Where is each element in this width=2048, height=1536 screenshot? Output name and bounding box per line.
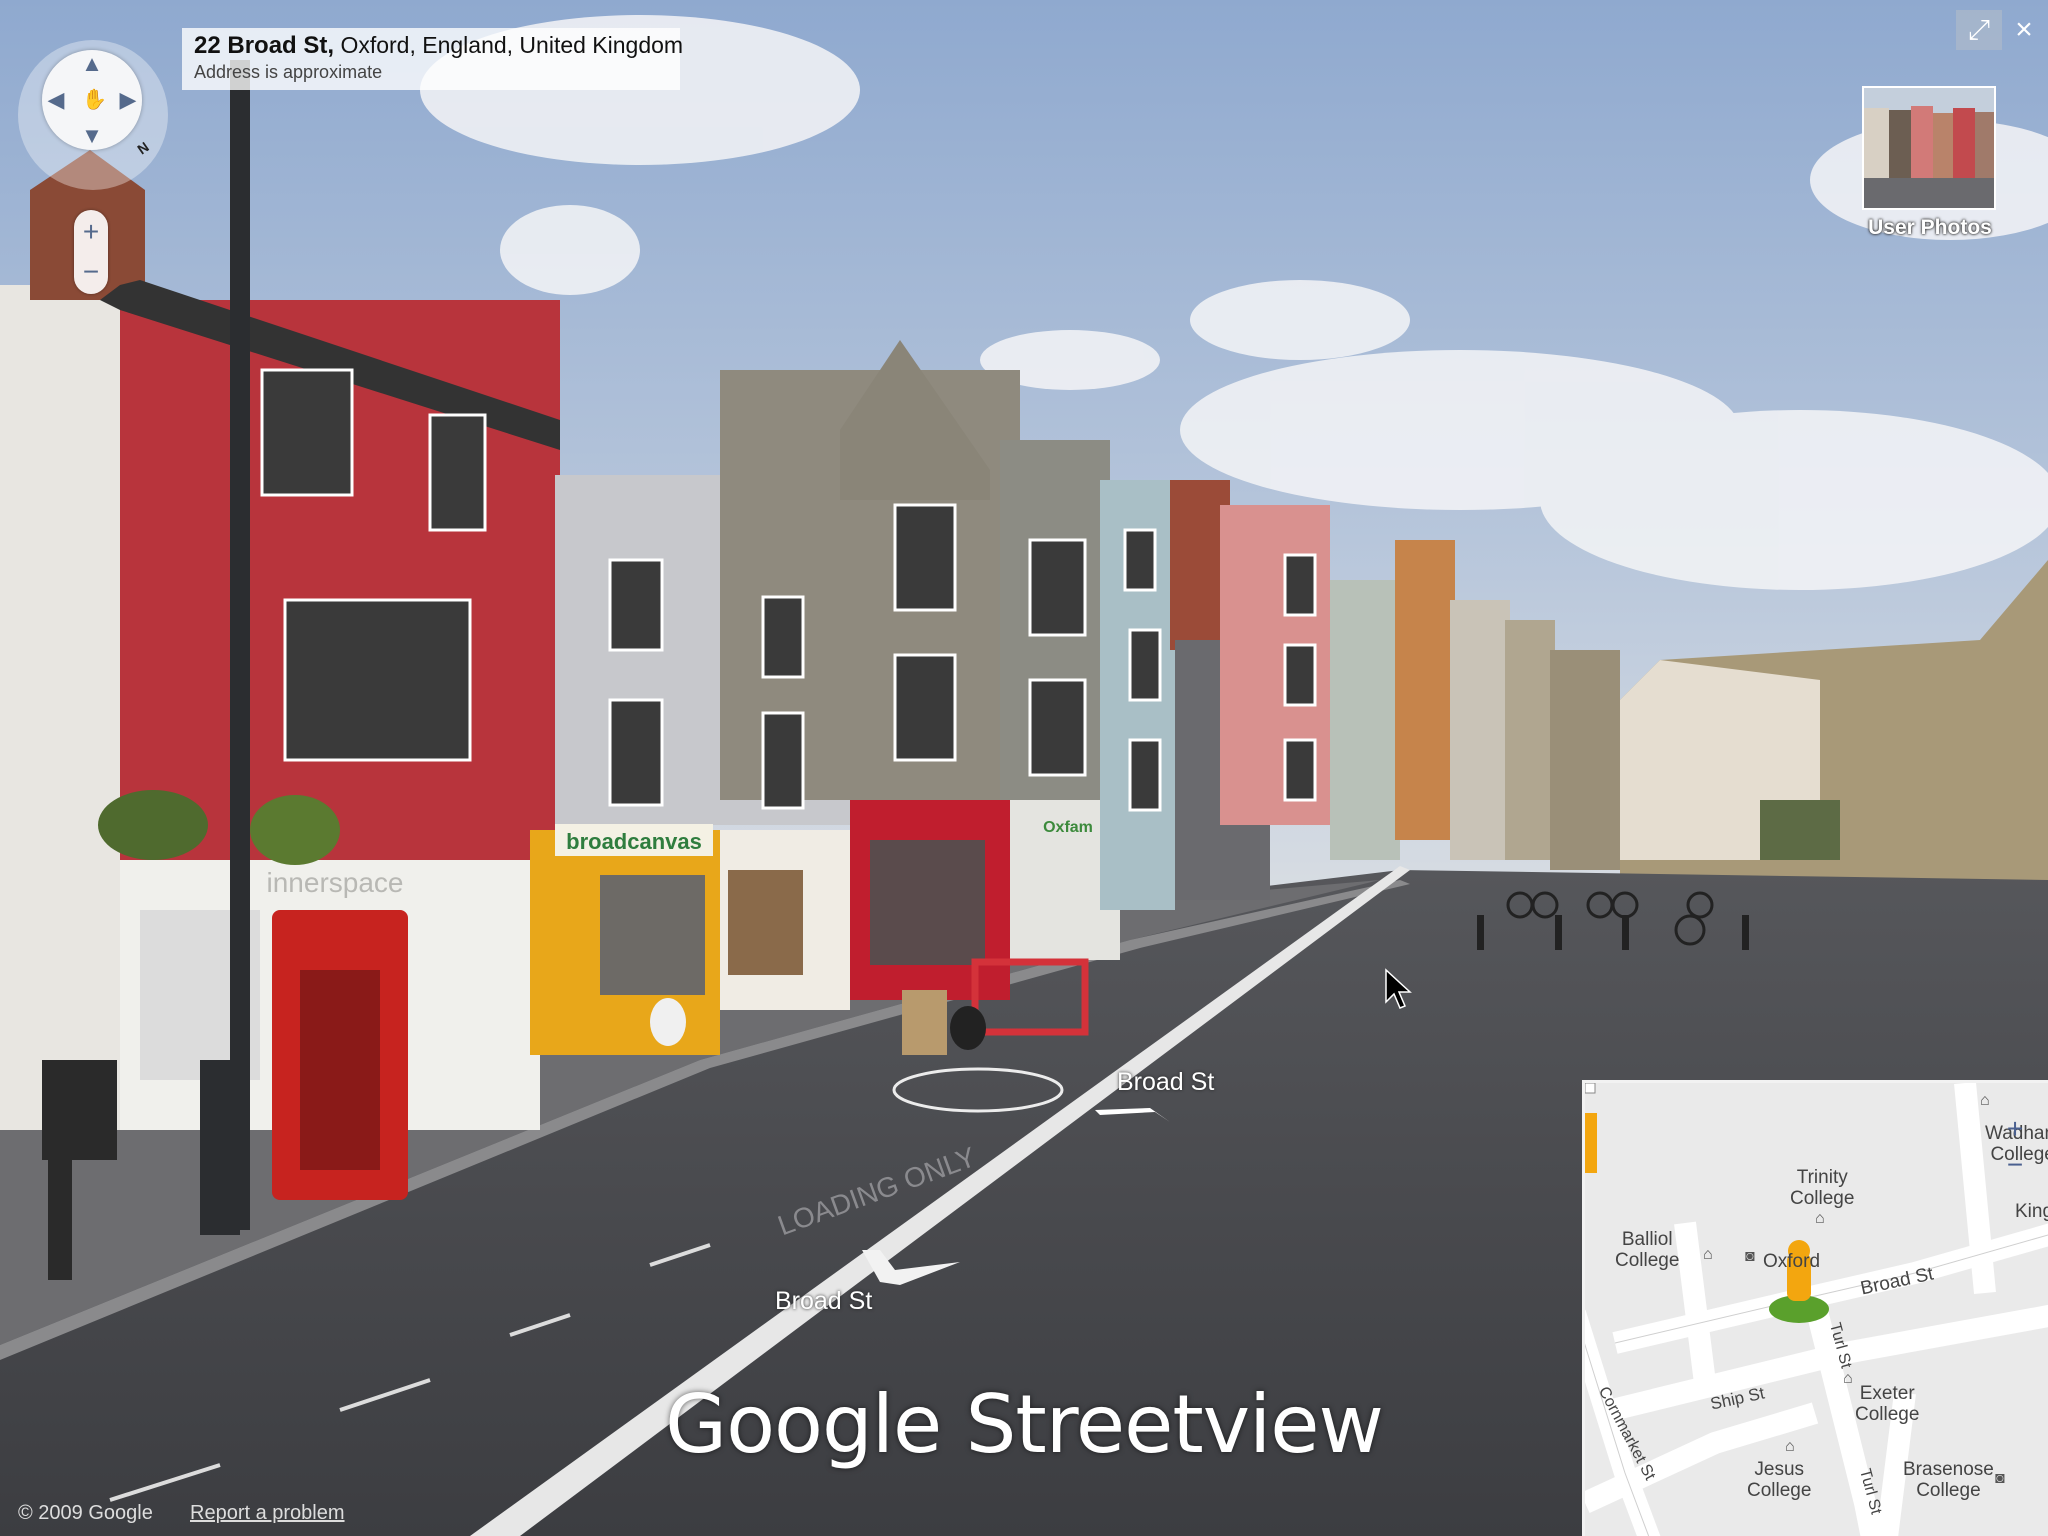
rubbish-bag (650, 998, 686, 1046)
user-photo-image (1864, 88, 1994, 208)
report-problem-link[interactable]: Report a problem (190, 1502, 345, 1525)
road-label-near[interactable]: Broad St (775, 1287, 872, 1316)
svg-text:⌂: ⌂ (1815, 1210, 1825, 1227)
map-zoom-in-button[interactable]: + (1999, 1113, 2031, 1145)
copyright-text: © 2009 Google (18, 1502, 153, 1524)
flower-basket (98, 790, 208, 860)
svg-text:◙: ◙ (1995, 1470, 2005, 1487)
pan-up-arrow-icon[interactable]: ▲ (80, 52, 104, 76)
shop-sign-oxfam: Oxfam (1043, 819, 1093, 836)
pan-down-arrow-icon[interactable]: ▼ (80, 124, 104, 148)
zoom-out-button[interactable]: − (74, 252, 108, 292)
building-far-2 (1505, 620, 1555, 860)
green-grey-building (1330, 580, 1400, 860)
address-box: 22 Broad St, Oxford, England, United Kin… (182, 28, 683, 90)
svg-text:⌂: ⌂ (1980, 1092, 1990, 1109)
shop-sign-broadcanvas: broadcanvas (566, 829, 702, 854)
building-far-3 (1550, 650, 1620, 870)
svg-text:⌂: ⌂ (1785, 1438, 1795, 1455)
user-photos-thumbnail[interactable] (1862, 86, 1996, 210)
map-zoom-out-button[interactable]: − (1999, 1149, 2031, 1181)
map-label-balliol: Balliol College (1615, 1229, 1680, 1271)
flower-basket (250, 795, 340, 865)
map-label-brasenose: Brasenose College (1903, 1459, 1994, 1501)
pan-right-arrow-icon[interactable]: ▶ (116, 88, 140, 112)
lamppost-base (200, 1060, 240, 1235)
user-photos-label[interactable]: User Photos (1850, 216, 2010, 240)
fullscreen-icon[interactable]: ⤢ (1956, 10, 2002, 50)
minimap[interactable]: ⌂ ⌂ ⌂ ⌂ ⌂ ◙ ◙ Trinity College Balliol Coll… (1582, 1080, 2048, 1536)
shop-sign-innerspace: innerspace (267, 867, 404, 898)
map-label-jesus: Jesus College (1747, 1459, 1812, 1501)
lamppost (230, 60, 250, 1230)
close-icon[interactable]: × (2006, 10, 2042, 50)
address-locality: Oxford, England, United Kingdom (340, 32, 684, 58)
rubbish-bag (950, 1006, 986, 1050)
orange-building (1395, 540, 1455, 840)
address-street: 22 Broad St, (194, 32, 335, 59)
svg-text:◙: ◙ (1745, 1248, 1755, 1265)
pan-left-arrow-icon[interactable]: ◀ (44, 88, 68, 112)
map-label-trinity: Trinity College (1790, 1167, 1855, 1209)
zoom-control: + − (74, 210, 108, 294)
map-label-oxford: Oxford (1763, 1251, 1821, 1272)
building-far-1 (1450, 600, 1510, 860)
svg-text:⌂: ⌂ (1843, 1370, 1853, 1387)
map-label-exeter: Exeter College (1855, 1383, 1920, 1425)
pan-control[interactable]: ▲ ▼ ◀ ▶ ✋ (42, 50, 142, 150)
white-building-left (0, 285, 140, 1130)
svg-text:⌂: ⌂ (1703, 1246, 1713, 1263)
broadcanvas-window (600, 875, 705, 995)
distant-trees (1760, 800, 1840, 860)
hand-icon: ✋ (82, 89, 107, 111)
bollard-post (48, 1150, 72, 1280)
address-note: Address is approximate (194, 62, 383, 82)
phone-box-window (300, 970, 380, 1170)
address-line: 22 Broad St, Oxford, England, United Kin… (194, 32, 683, 60)
zoom-in-button[interactable]: + (74, 212, 108, 252)
red-shop-window (870, 840, 985, 965)
map-label-kings: Kings (2015, 1201, 2048, 1222)
shop-shutter (728, 870, 803, 975)
road-label-far[interactable]: Broad St (1117, 1068, 1214, 1097)
bollard-box (42, 1060, 117, 1160)
boxes (902, 990, 947, 1055)
